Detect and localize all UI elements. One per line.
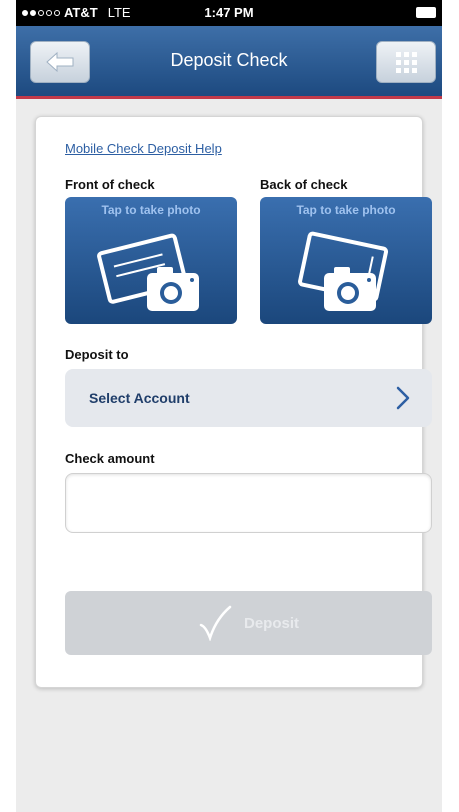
camera-icon bbox=[97, 233, 199, 311]
select-account-button[interactable]: Select Account bbox=[65, 369, 432, 427]
check-amount-input[interactable] bbox=[65, 473, 432, 533]
select-account-label: Select Account bbox=[89, 390, 190, 406]
front-photo-hint: Tap to take photo bbox=[101, 203, 201, 217]
chevron-right-icon bbox=[396, 386, 410, 410]
back-photo-hint: Tap to take photo bbox=[296, 203, 396, 217]
camera-icon bbox=[298, 231, 389, 311]
nav-bar: Deposit Check bbox=[16, 26, 442, 99]
back-photo-button[interactable]: Tap to take photo bbox=[260, 197, 432, 324]
check-amount-label: Check amount bbox=[65, 451, 155, 466]
grid-menu-icon bbox=[395, 51, 417, 73]
deposit-button-label: Deposit bbox=[243, 614, 299, 632]
deposit-button[interactable]: Deposit bbox=[65, 591, 432, 655]
battery-icon bbox=[416, 7, 436, 18]
checkmark-icon bbox=[199, 605, 232, 641]
phone-screen: AT&T LTE 1:47 PM Deposit Check Mobile Ch… bbox=[16, 0, 442, 812]
back-of-check-label: Back of check bbox=[260, 177, 348, 192]
deposit-to-label: Deposit to bbox=[65, 347, 129, 362]
status-bar: AT&T LTE 1:47 PM bbox=[16, 0, 442, 26]
menu-button[interactable] bbox=[376, 41, 436, 83]
front-of-check-label: Front of check bbox=[65, 177, 155, 192]
front-photo-button[interactable]: Tap to take photo bbox=[65, 197, 237, 324]
deposit-form-card: Mobile Check Deposit Help Front of check… bbox=[35, 116, 432, 688]
help-link[interactable]: Mobile Check Deposit Help bbox=[65, 141, 222, 156]
status-time: 1:47 PM bbox=[204, 5, 254, 20]
